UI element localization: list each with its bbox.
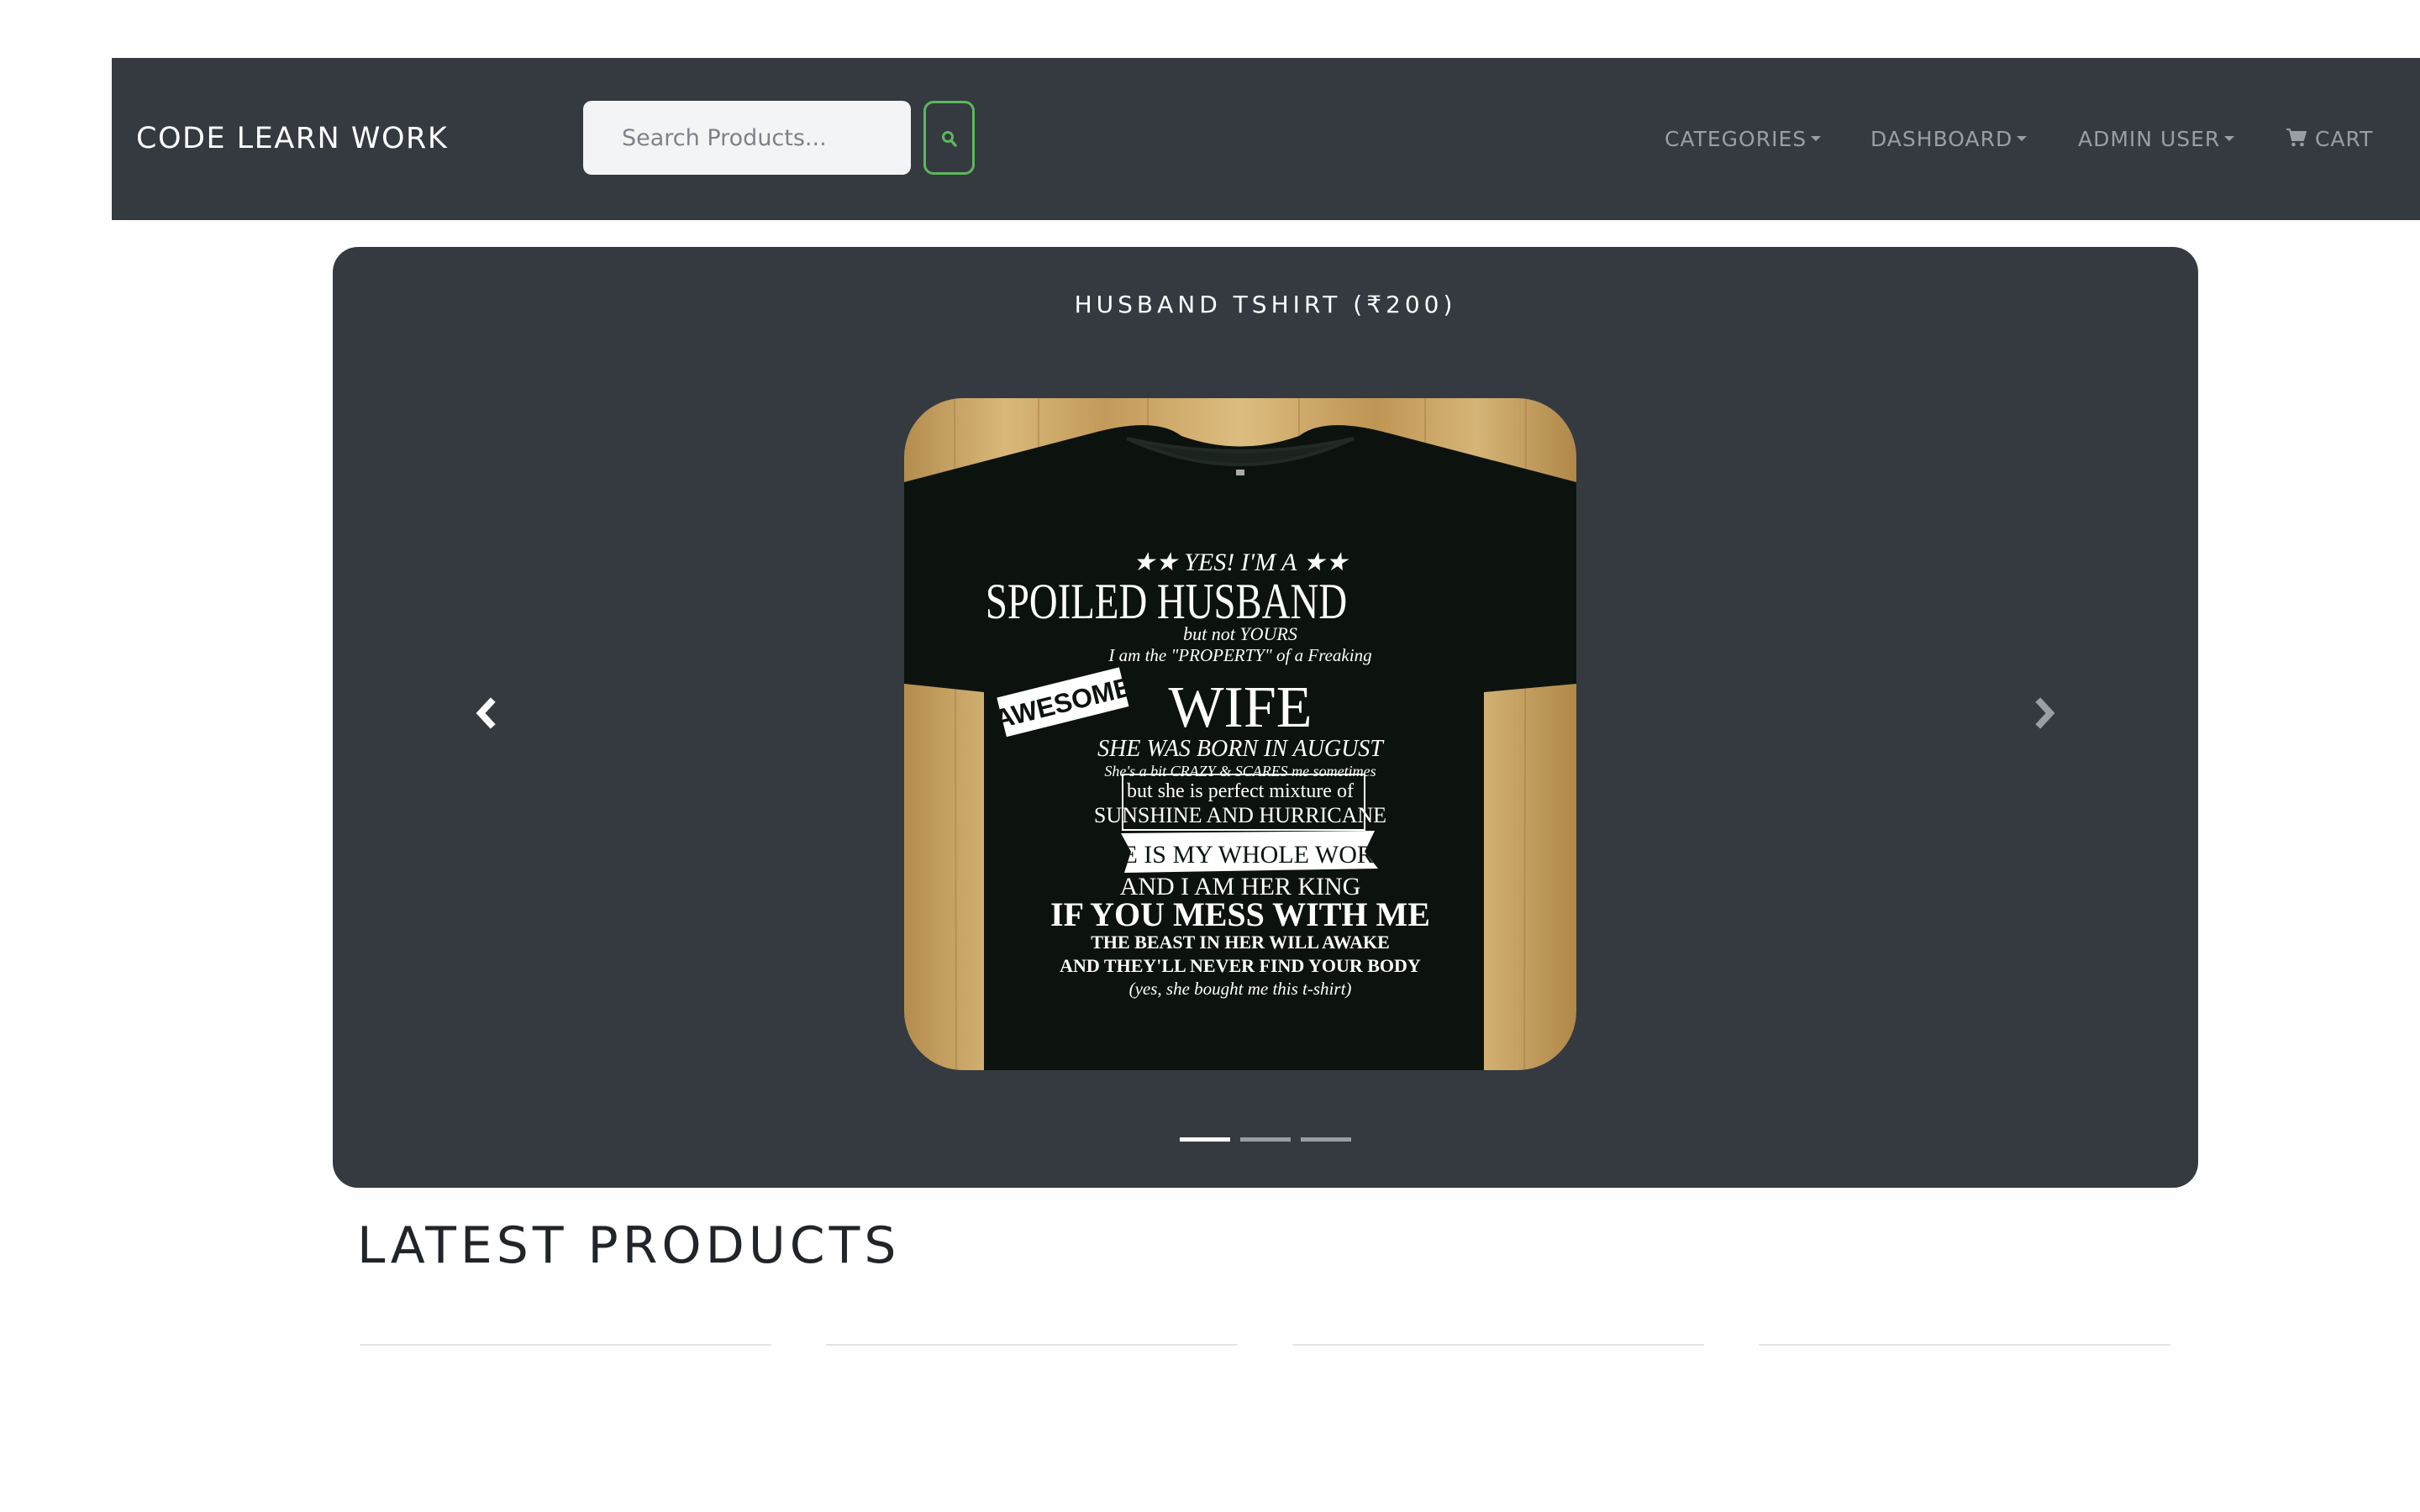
product-card[interactable]	[826, 1344, 1238, 1346]
chevron-left-icon	[476, 697, 496, 729]
product-carousel: HUSBAND TSHIRT (₹200) ★★ YES! I'M A ★★ S…	[333, 247, 2198, 1188]
brand-logo[interactable]: CODE LEARN WORK	[136, 58, 448, 220]
product-card[interactable]	[1292, 1344, 1704, 1346]
svg-text:but not YOURS: but not YOURS	[1183, 623, 1297, 644]
nav-admin-user-dropdown[interactable]: ADMIN USER	[2078, 58, 2235, 220]
latest-products-heading: LATEST PRODUCTS	[357, 1216, 901, 1275]
search-icon	[942, 131, 957, 147]
svg-text:SPOILED HUSBAND: SPOILED HUSBAND	[986, 573, 1347, 629]
nav-dashboard-label: DASHBOARD	[1870, 127, 2013, 151]
navbar: CODE LEARN WORK CATEGORIES DASHBOARD ADM…	[112, 58, 2420, 220]
svg-text:SHE WAS BORN IN AUGUST: SHE WAS BORN IN AUGUST	[1097, 736, 1385, 762]
slide-caption: HUSBAND TSHIRT (₹200)	[1074, 291, 1457, 318]
nav-cart-link[interactable]: CART	[2286, 58, 2373, 220]
svg-text:She's a bit CRAZY & SCARES me: She's a bit CRAZY & SCARES me sometimes	[1104, 763, 1376, 780]
tshirt-photo: ★★ YES! I'M A ★★ SPOILED HUSBAND but not…	[904, 398, 1576, 1070]
carousel-indicator[interactable]	[1301, 1137, 1351, 1142]
caret-down-icon	[1811, 136, 1822, 141]
svg-text:but she is perfect mixture of: but she is perfect mixture of	[1127, 780, 1354, 802]
svg-text:SHE IS MY WHOLE WORLD: SHE IS MY WHOLE WORLD	[1090, 841, 1407, 869]
svg-text:WIFE: WIFE	[1168, 675, 1312, 740]
print-line: ★★ YES! I'M A ★★	[1133, 549, 1349, 576]
search-input[interactable]	[583, 101, 911, 175]
svg-text:(yes, she bought me this t-shi: (yes, she bought me this t-shirt)	[1129, 979, 1352, 999]
carousel-prev-button[interactable]	[450, 667, 518, 759]
nav-admin-user-label: ADMIN USER	[2078, 127, 2221, 151]
carousel-next-button[interactable]	[2013, 667, 2081, 759]
nav-dashboard-dropdown[interactable]: DASHBOARD	[1870, 58, 2028, 220]
product-card[interactable]	[360, 1344, 771, 1346]
nav-cart-label: CART	[2315, 127, 2374, 151]
svg-text:I am the "PROPERTY" of a Freak: I am the "PROPERTY" of a Freaking	[1107, 645, 1371, 665]
svg-text:THE BEAST IN HER WILL AWAKE: THE BEAST IN HER WILL AWAKE	[1091, 932, 1390, 953]
caret-down-icon	[2224, 136, 2235, 141]
search-button[interactable]	[923, 101, 975, 175]
product-image[interactable]: ★★ YES! I'M A ★★ SPOILED HUSBAND but not…	[904, 398, 1576, 1070]
chevron-right-icon	[2035, 697, 2055, 729]
nav-categories-label: CATEGORIES	[1665, 127, 1807, 151]
carousel-indicator-active[interactable]	[1180, 1137, 1230, 1142]
caret-down-icon	[2017, 136, 2028, 141]
carousel-indicator[interactable]	[1240, 1137, 1291, 1142]
svg-text:AND THEY'LL NEVER FIND YOUR BO: AND THEY'LL NEVER FIND YOUR BODY	[1060, 955, 1421, 976]
nav-categories-dropdown[interactable]: CATEGORIES	[1665, 58, 1822, 220]
product-card[interactable]	[1759, 1344, 2170, 1346]
svg-text:SUNSHINE AND HURRICANE: SUNSHINE AND HURRICANE	[1094, 803, 1386, 827]
svg-text:IF YOU MESS WITH ME: IF YOU MESS WITH ME	[1050, 895, 1430, 933]
cart-icon	[2286, 129, 2307, 147]
